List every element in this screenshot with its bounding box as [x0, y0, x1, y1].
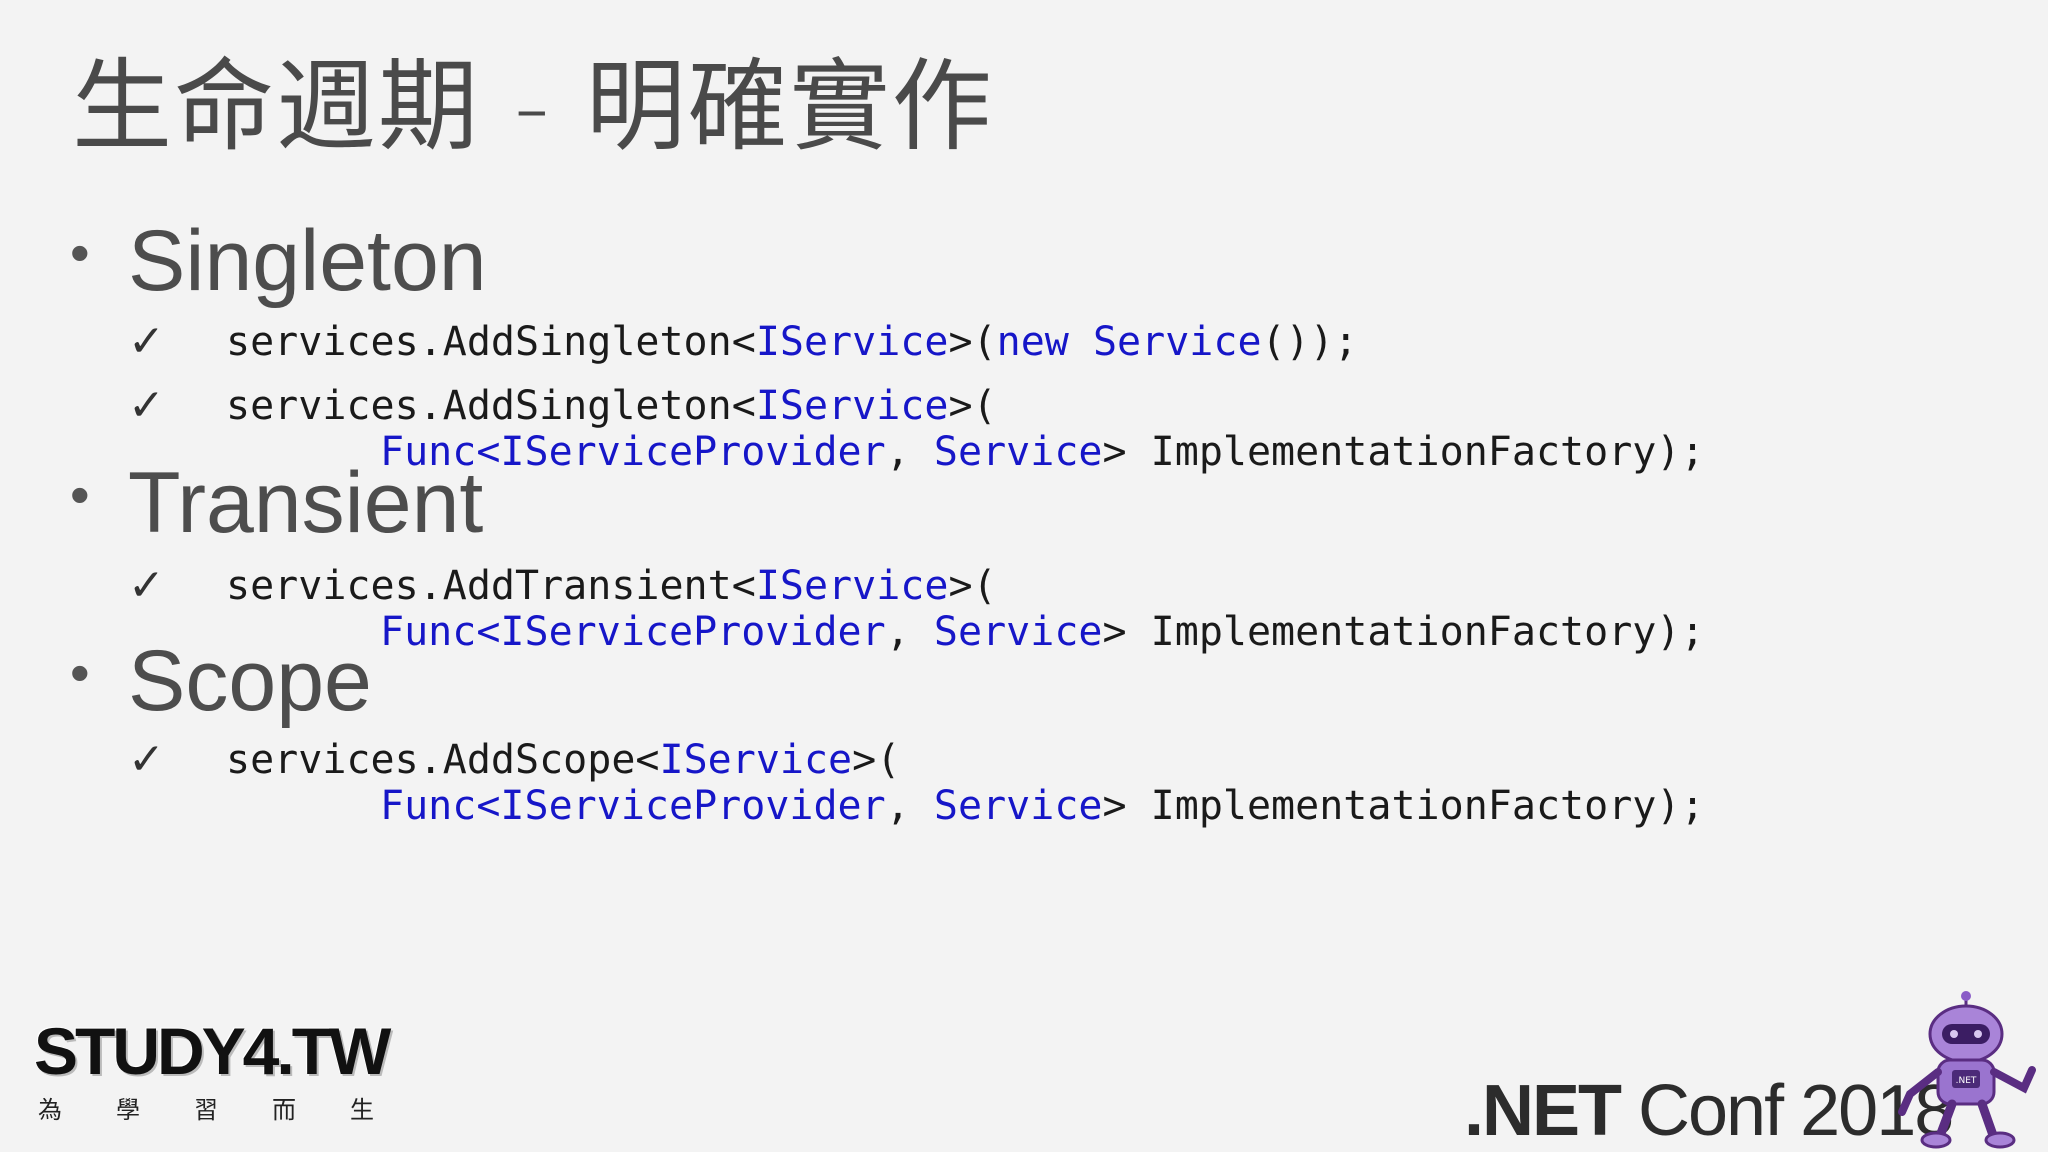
dotnet-bot-icon: .NET: [1898, 991, 2036, 1149]
section-transient: • Transient: [70, 460, 483, 546]
checkmark-icon: ✓: [128, 380, 165, 431]
checkmark-icon: ✓: [128, 734, 165, 785]
code-line-singleton-1: services.AddSingleton<IService>(new Serv…: [226, 319, 1358, 365]
checkmark-icon: ✓: [128, 316, 165, 367]
code-line-singleton-2b: Func<IServiceProvider, Service> Implemen…: [380, 429, 1705, 475]
slide-title: 生命週期 - 明確實作: [72, 48, 994, 165]
bullet-icon: •: [70, 641, 90, 704]
section-scope: • Scope: [70, 638, 372, 724]
code-line-transient-1: services.AddTransient<IService>(: [226, 563, 997, 609]
svg-text:.NET: .NET: [1956, 1076, 1977, 1086]
study4-logo-text: STUDY4.TW: [34, 1014, 391, 1088]
section-label: Singleton: [128, 213, 487, 309]
net-conf-logo: .NET Conf 2018: [1464, 1071, 1954, 1151]
section-singleton: • Singleton: [70, 218, 487, 304]
checkmark-icon: ✓: [128, 560, 165, 611]
bullet-icon: •: [70, 463, 90, 526]
bullet-icon: •: [70, 221, 90, 284]
code-line-scope-1b: Func<IServiceProvider, Service> Implemen…: [380, 783, 1705, 829]
code-line-transient-1b: Func<IServiceProvider, Service> Implemen…: [380, 609, 1705, 655]
section-label: Transient: [128, 455, 484, 551]
code-line-scope-1: services.AddScope<IService>(: [226, 737, 901, 783]
code-line-singleton-2: services.AddSingleton<IService>(: [226, 383, 997, 429]
study4-logo: STUDY4.TW 為 學 習 而 生: [34, 1014, 391, 1124]
section-label: Scope: [128, 633, 372, 729]
study4-tagline: 為 學 習 而 生: [38, 1096, 374, 1124]
